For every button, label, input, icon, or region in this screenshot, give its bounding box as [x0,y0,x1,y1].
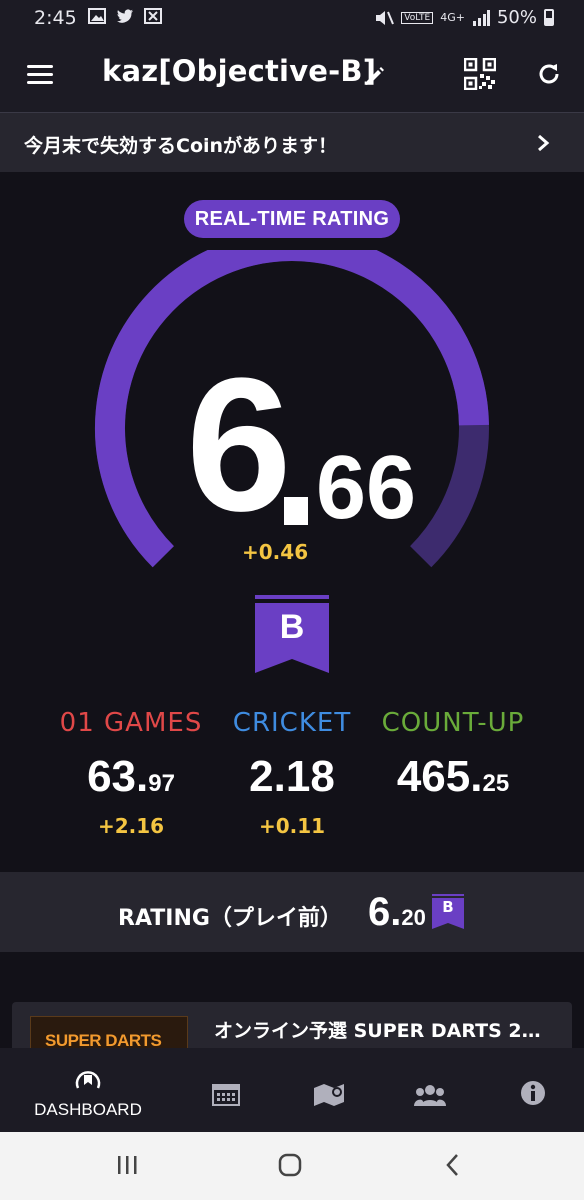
volte-badge: VoLTE [401,11,434,24]
chevron-right-icon [538,134,550,152]
rank-letter-small: B [442,898,454,916]
friends-icon [414,1085,446,1106]
nav-info[interactable] [502,1048,562,1132]
home-icon[interactable] [278,1153,302,1177]
nav-dashboard[interactable]: DASHBOARD [0,1048,176,1132]
rating-decimal: 66 [316,438,417,538]
rating-delta: +0.46 [242,540,309,564]
recent-apps-icon[interactable] [116,1154,138,1176]
battery-icon [544,9,554,26]
player-name: kaz[Objective-B] [102,54,377,88]
nav-dashboard-label: DASHBOARD [34,1100,142,1119]
info-icon [521,1081,545,1105]
refresh-icon[interactable] [536,61,562,87]
rating-decimal-point [284,497,308,525]
realtime-rating-badge: REAL-TIME RATING [184,200,400,238]
map-icon [314,1084,344,1106]
menu-icon[interactable] [27,65,53,85]
calendar-icon [212,1084,240,1106]
app-notification-icon [144,8,162,24]
app-bar: kaz[Objective-B] [0,38,584,112]
banner-text: 今月末で失効するCoinがあります！ [24,135,338,157]
stat-value: 465.25 [396,752,510,801]
stat-label: COUNT-UP [381,708,525,738]
stat-count-up[interactable]: COUNT-UP 465.25 [356,708,550,802]
dashboard-icon [75,1071,101,1089]
event-title: オンライン予選 SUPER DARTS 2… [214,1020,541,1042]
battery-percent: 50% [496,7,537,28]
back-icon[interactable] [444,1153,462,1177]
edit-pencil-icon[interactable] [364,65,386,87]
gallery-icon [88,8,106,24]
bottom-navigation: DASHBOARD [0,1048,584,1132]
nav-friends[interactable] [400,1048,460,1132]
rating-before-play: RATING（プレイ前） 6.20 [0,872,584,952]
system-navigation-bar [0,1132,584,1200]
qr-code-icon[interactable] [464,58,496,90]
stat-delta: +0.11 [258,814,326,838]
mute-icon [376,10,395,25]
nav-schedule[interactable] [196,1048,256,1132]
notification-icons [88,8,162,24]
rating-before-value: 6.20 [368,890,426,934]
coin-expiry-banner[interactable]: 今月末で失効するCoinがあります！ [0,112,584,172]
nav-shops[interactable] [298,1048,358,1132]
rating-before-label: RATING（プレイ前） [118,906,342,931]
system-status-icons: VoLTE 4G+ 50% [374,7,554,28]
signal-icon [472,9,490,26]
status-bar: 2:45 VoLTE 4G+ 50% [0,0,584,38]
status-time: 2:45 [34,7,77,29]
twitter-icon [117,9,133,23]
rank-letter: B [279,608,305,646]
network-type: 4G+ [440,11,465,24]
